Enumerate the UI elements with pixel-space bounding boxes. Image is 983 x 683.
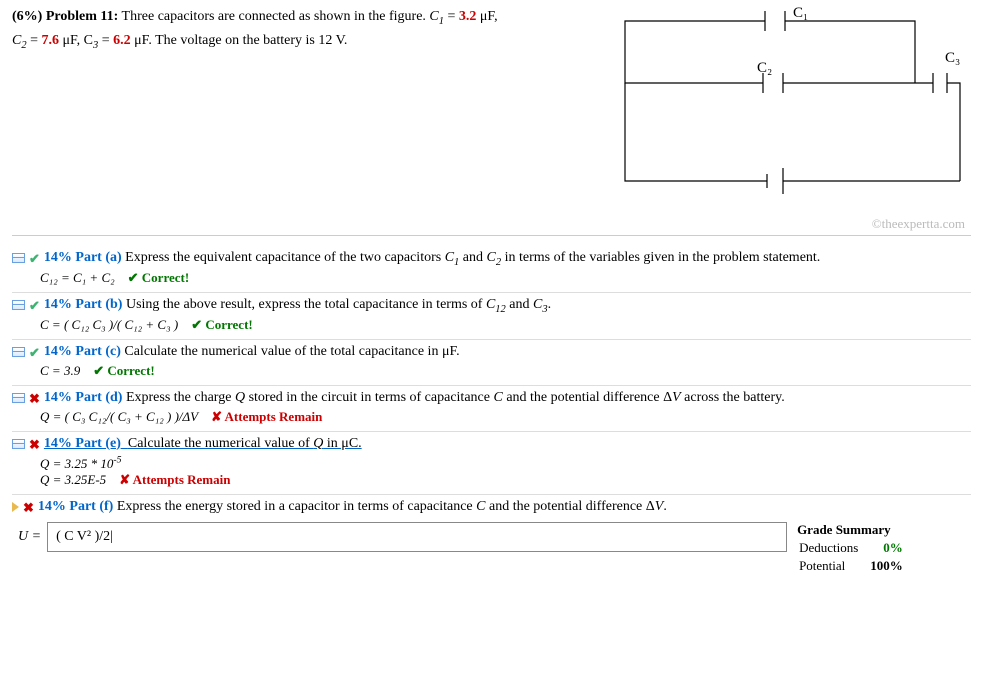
part-a: ✔ 14% Part (a) Express the equivalent ca… <box>12 246 971 293</box>
part-c: ✔ 14% Part (c) Calculate the numerical v… <box>12 340 971 386</box>
watermark: ©theexpertta.com <box>872 216 965 232</box>
part-e-label[interactable]: 14% Part (e) Calculate the numerical val… <box>44 436 362 451</box>
part-c-answer: C = 3.9 <box>40 363 80 378</box>
problem-number: Problem 11: <box>46 9 118 24</box>
x-icon: ✖ <box>29 391 40 407</box>
part-e-answer-2: Q = 3.25E-5 <box>40 472 106 487</box>
part-b-label: 14% Part (b) <box>44 297 123 312</box>
attempts-badge: ✘ Attempts Remain <box>211 409 322 424</box>
figure-c2-label: C₂ <box>757 60 772 76</box>
grade-title: Grade Summary <box>797 522 915 538</box>
deductions-value: 0% <box>870 540 913 556</box>
potential-label: Potential <box>799 558 868 574</box>
problem-statement: (6%) Problem 11: Three capacitors are co… <box>12 6 532 53</box>
correct-badge: ✔ Correct! <box>93 363 155 378</box>
check-icon: ✔ <box>29 251 40 267</box>
x-icon: ✖ <box>23 500 34 516</box>
check-icon: ✔ <box>29 345 40 361</box>
c2-value: 7.6 <box>42 33 60 48</box>
answer-input[interactable] <box>47 522 787 552</box>
collapse-icon[interactable] <box>12 347 25 357</box>
part-d: ✖ 14% Part (d) Express the charge Q stor… <box>12 386 971 432</box>
formula-lhs: U = <box>18 529 41 545</box>
part-b: ✔ 14% Part (b) Using the above result, e… <box>12 293 971 340</box>
part-b-answer: C = ( C₁₂ C₃ )/( C₁₂ + C₃ ) <box>40 317 178 332</box>
attempts-badge: ✘ Attempts Remain <box>119 472 230 487</box>
expand-icon[interactable] <box>12 502 19 512</box>
part-f-label: 14% Part (f) <box>38 499 113 514</box>
c1-value: 3.2 <box>459 9 477 24</box>
part-d-label: 14% Part (d) <box>44 390 123 405</box>
part-e: ✖ 14% Part (e) Calculate the numerical v… <box>12 432 971 495</box>
check-icon: ✔ <box>29 298 40 314</box>
problem-weight: (6%) <box>12 9 42 24</box>
figure-c3-label: C₃ <box>945 50 960 66</box>
part-a-label: 14% Part (a) <box>44 250 122 265</box>
collapse-icon[interactable] <box>12 439 25 449</box>
part-f: ✖ 14% Part (f) Express the energy stored… <box>12 495 971 582</box>
figure-c1-label: C₁ <box>793 6 808 21</box>
problem-text-1: Three capacitors are connected as shown … <box>122 9 430 24</box>
grade-summary: Grade Summary Deductions 0% Potential 10… <box>797 522 915 576</box>
part-a-answer: C₁₂ = C₁ + C₂ <box>40 270 115 285</box>
problem-header: (6%) Problem 11: Three capacitors are co… <box>12 6 971 236</box>
collapse-icon[interactable] <box>12 300 25 310</box>
circuit-figure: C₁ C₂ C₃ <box>535 6 965 206</box>
correct-badge: ✔ Correct! <box>128 270 190 285</box>
deductions-label: Deductions <box>799 540 868 556</box>
part-d-answer: Q = ( C₃ C₁₂/( C₃ + C₁₂ ) )/ΔV <box>40 409 198 424</box>
collapse-icon[interactable] <box>12 393 25 403</box>
part-c-label: 14% Part (c) <box>44 344 121 359</box>
collapse-icon[interactable] <box>12 253 25 263</box>
c3-value: 6.2 <box>113 33 131 48</box>
potential-value: 100% <box>870 558 913 574</box>
correct-badge: ✔ Correct! <box>191 317 253 332</box>
part-e-answer-1: Q = 3.25 * 10-5 <box>40 456 122 471</box>
x-icon: ✖ <box>29 437 40 453</box>
